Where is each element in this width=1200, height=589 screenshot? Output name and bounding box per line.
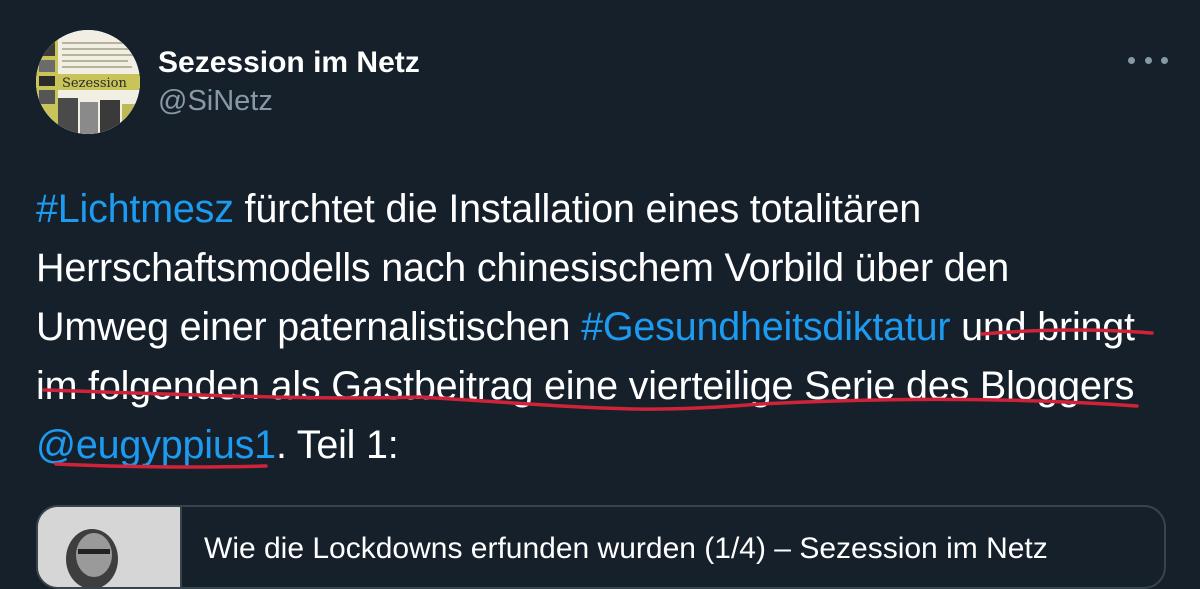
tweet-text-segment: im folgenden als Gastbeitrag eine vierte… (36, 364, 1135, 408)
hashtag-link[interactable]: #Lichtmesz (36, 187, 234, 231)
mention-link[interactable]: @eugyppius1 (36, 423, 276, 467)
user-handle[interactable]: @SiNetz (158, 84, 273, 118)
tweet-text-segment: Umweg einer paternalistischen (36, 305, 582, 349)
link-preview-card[interactable]: Wie die Lockdowns erfunden wurden (1/4) … (36, 505, 1166, 589)
sezession-logo-image: Sezession (36, 30, 140, 134)
link-preview-thumbnail (38, 507, 182, 587)
tweet-text-line: im folgenden als Gastbeitrag eine vierte… (36, 357, 1176, 416)
more-options-button[interactable] (1128, 48, 1168, 72)
tweet-text-line: Herrschaftsmodells nach chinesischem Vor… (36, 239, 1176, 298)
tweet-text-line: Umweg einer paternalistischen #Gesundhei… (36, 298, 1176, 357)
avatar[interactable]: Sezession (36, 30, 140, 134)
tweet-text-line: @eugyppius1. Teil 1: (36, 416, 1176, 475)
tweet-text-segment: fürchtet die Installation eines totalitä… (233, 187, 922, 231)
tweet-text-segment: Herrschaftsmodells nach chinesischem Vor… (36, 246, 1010, 290)
tweet-text-line: #Lichtmesz fürchtet die Installation ein… (36, 180, 1176, 239)
link-preview-title: Wie die Lockdowns erfunden wurden (1/4) … (204, 532, 1048, 565)
display-name[interactable]: Sezession im Netz (158, 46, 420, 80)
svg-text:Sezession: Sezession (62, 76, 127, 91)
hashtag-link[interactable]: #Gesundheitsdiktatur (581, 305, 950, 349)
more-dot (1144, 56, 1152, 64)
more-horizontal-icon (1128, 56, 1135, 64)
more-dot (1161, 56, 1168, 64)
tweet-text-segment: . Teil 1: (275, 423, 399, 467)
tweet-text: #Lichtmesz fürchtet die Installation ein… (36, 180, 1176, 475)
tweet-text-segment: und bringt (950, 305, 1135, 349)
